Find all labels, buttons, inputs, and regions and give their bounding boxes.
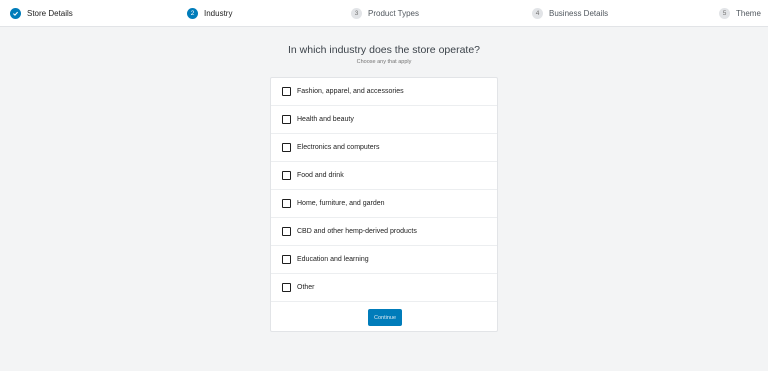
step-number: 5: [719, 8, 730, 19]
checkbox[interactable]: [282, 171, 291, 180]
step-label: Business Details: [549, 9, 609, 18]
option-label: Health and beauty: [297, 116, 354, 123]
step-label: Store Details: [27, 9, 73, 18]
step-label: Theme: [736, 9, 761, 18]
checkmark-icon: [10, 8, 21, 19]
option-label: Education and learning: [297, 256, 369, 263]
continue-button[interactable]: Continue: [368, 309, 402, 326]
page-title: In which industry does the store operate…: [287, 44, 481, 56]
step-number: 3: [351, 8, 362, 19]
option-education[interactable]: Education and learning: [271, 246, 497, 274]
option-label: Other: [297, 284, 315, 291]
option-food-drink[interactable]: Food and drink: [271, 162, 497, 190]
option-electronics[interactable]: Electronics and computers: [271, 134, 497, 162]
step-label: Product Types: [368, 9, 419, 18]
checkbox[interactable]: [282, 87, 291, 96]
option-cbd[interactable]: CBD and other hemp-derived products: [271, 218, 497, 246]
step-product-types[interactable]: 3 Product Types: [351, 0, 419, 27]
checkbox[interactable]: [282, 143, 291, 152]
option-label: CBD and other hemp-derived products: [297, 228, 417, 235]
option-other[interactable]: Other: [271, 274, 497, 302]
option-fashion[interactable]: Fashion, apparel, and accessories: [271, 78, 497, 106]
step-industry[interactable]: 2 Industry: [187, 0, 232, 27]
option-health-beauty[interactable]: Health and beauty: [271, 106, 497, 134]
option-label: Electronics and computers: [297, 144, 380, 151]
step-label: Industry: [204, 9, 233, 18]
checkbox[interactable]: [282, 227, 291, 236]
option-label: Food and drink: [297, 172, 344, 179]
step-business-details[interactable]: 4 Business Details: [532, 0, 608, 27]
option-label: Fashion, apparel, and accessories: [297, 88, 404, 95]
step-store-details[interactable]: Store Details: [10, 0, 73, 27]
checkbox[interactable]: [282, 255, 291, 264]
step-theme[interactable]: 5 Theme: [719, 0, 761, 27]
checkbox[interactable]: [282, 283, 291, 292]
step-number: 2: [187, 8, 198, 19]
option-home-garden[interactable]: Home, furniture, and garden: [271, 190, 497, 218]
stepper: Store Details 2 Industry 3 Product Types…: [0, 0, 768, 27]
option-label: Home, furniture, and garden: [297, 200, 385, 207]
checkbox[interactable]: [282, 115, 291, 124]
page-subtitle: Choose any that apply: [356, 59, 412, 65]
step-number: 4: [532, 8, 543, 19]
industry-card: Fashion, apparel, and accessories Health…: [270, 77, 498, 332]
checkbox[interactable]: [282, 199, 291, 208]
